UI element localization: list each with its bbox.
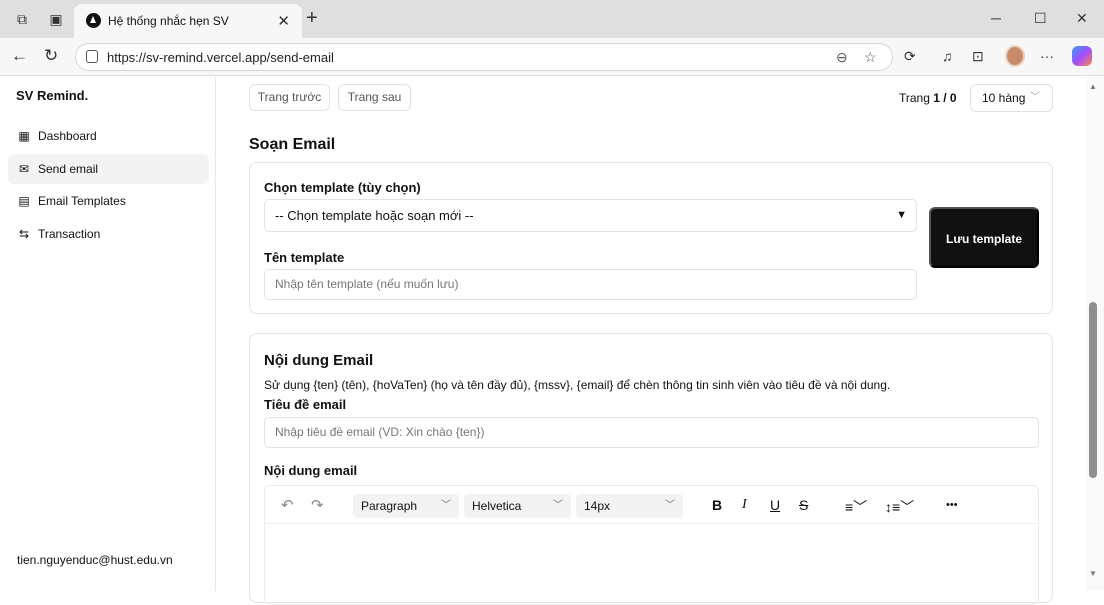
font-family-select[interactable]: Helvetica ﹀ <box>464 494 571 518</box>
font-size-value: 14px <box>584 499 611 513</box>
page-value: 1 / 0 <box>933 91 957 105</box>
rows-per-page-select[interactable]: 10 hàng ﹀ <box>970 84 1053 112</box>
italic-button[interactable]: I <box>742 497 747 513</box>
media-control-icon[interactable]: ♫ <box>942 48 953 64</box>
redo-icon[interactable]: ↷ <box>311 496 324 514</box>
placeholder-hint: Sử dụng {ten} (tên), {hoVaTen} (họ và tê… <box>264 378 891 392</box>
template-select[interactable]: -- Chọn template hoặc soạn mới -- ▼ <box>264 199 917 232</box>
document-icon: ▤ <box>18 194 30 208</box>
rich-text-editor: ↶ ↷ Paragraph ﹀ Helvetica ﹀ 14px ﹀ B I U… <box>264 485 1039 605</box>
page-indicator: Trang 1 / 0 <box>899 91 957 105</box>
zoom-icon[interactable]: ⊖ <box>836 49 848 66</box>
scroll-down-icon[interactable]: ▼ <box>1089 569 1097 578</box>
rows-per-page-value: 10 hàng <box>982 91 1026 105</box>
block-format-select[interactable]: Paragraph ﹀ <box>353 494 459 518</box>
strikethrough-button[interactable]: S <box>799 497 808 513</box>
template-name-label: Tên template <box>264 250 345 265</box>
next-page-button[interactable]: Trang sau <box>338 84 411 111</box>
site-favicon-icon <box>86 13 101 28</box>
minimize-icon[interactable]: ─ <box>991 10 1001 26</box>
user-email: tien.nguyenduc@hust.edu.vn <box>17 553 173 567</box>
copilot-icon[interactable] <box>1072 46 1092 66</box>
template-name-input[interactable]: Nhập tên template (nếu muốn lưu) <box>264 269 917 300</box>
underline-button[interactable]: U <box>770 497 780 513</box>
chevron-down-icon: ▼ <box>896 209 907 221</box>
chevron-down-icon: ﹀ <box>665 500 675 511</box>
sidebar-item-label: Transaction <box>38 227 101 241</box>
brand-logo: SV Remind. <box>16 88 89 103</box>
new-tab-icon[interactable]: + <box>306 8 318 28</box>
reload-icon[interactable]: ↻ <box>44 47 58 65</box>
prev-page-button[interactable]: Trang trước <box>249 84 330 111</box>
profile-avatar[interactable] <box>1005 45 1025 67</box>
sidebar-item-label: Dashboard <box>38 129 97 143</box>
mail-icon: ✉ <box>18 162 30 176</box>
lock-icon <box>86 50 98 63</box>
browser-tab[interactable]: Hệ thống nhắc hẹn SV ✕ <box>74 4 302 38</box>
line-height-icon[interactable]: ↕≡﹀ <box>885 497 914 517</box>
url-text: https://sv-remind.vercel.app/send-email <box>107 50 334 65</box>
subject-label: Tiêu đề email <box>264 397 347 412</box>
workspaces-icon[interactable]: ⧉ <box>14 11 30 27</box>
url-field[interactable]: https://sv-remind.vercel.app/send-email … <box>75 43 893 71</box>
scroll-up-icon[interactable]: ▲ <box>1089 82 1097 91</box>
page-scrollbar[interactable]: ▲ ▼ <box>1086 77 1104 591</box>
template-select-value: -- Chọn template hoặc soạn mới -- <box>275 208 474 223</box>
sidebar-item-label: Send email <box>38 162 99 176</box>
content-heading: Nội dung Email <box>264 352 374 369</box>
sidebar-item-dashboard[interactable]: ▦ Dashboard <box>8 121 209 151</box>
sidebar-item-email-templates[interactable]: ▤ Email Templates <box>8 186 209 216</box>
chevron-down-icon: ﹀ <box>1030 92 1040 103</box>
page-prefix: Trang <box>899 91 930 105</box>
font-size-select[interactable]: 14px ﹀ <box>576 494 683 518</box>
chevron-down-icon: ﹀ <box>441 500 451 511</box>
scrollbar-thumb[interactable] <box>1089 302 1097 478</box>
template-select-label: Chọn template (tùy chọn) <box>264 180 421 195</box>
more-options-button[interactable]: ••• <box>946 499 958 511</box>
swap-icon: ⇆ <box>18 227 30 241</box>
more-menu-icon[interactable]: ··· <box>1040 48 1054 64</box>
editor-toolbar: ↶ ↷ Paragraph ﹀ Helvetica ﹀ 14px ﹀ B I U… <box>265 486 1038 524</box>
compose-heading: Soạn Email <box>249 136 336 153</box>
tab-actions-icon[interactable]: ▣ <box>48 11 64 27</box>
main-content: Trang trước Trang sau Trang 1 / 0 10 hàn… <box>216 77 1086 605</box>
dashboard-icon: ▦ <box>18 129 30 143</box>
sidebar-item-transaction[interactable]: ⇆ Transaction <box>8 219 209 249</box>
block-format-value: Paragraph <box>361 499 418 513</box>
sidebar-item-send-email[interactable]: ✉ Send email <box>8 154 209 184</box>
window-close-icon[interactable]: ✕ <box>1076 10 1088 27</box>
back-icon[interactable]: ← <box>11 47 28 65</box>
email-content-card: Nội dung Email Sử dụng {ten} (tên), {hoV… <box>249 333 1053 605</box>
undo-icon[interactable]: ↶ <box>281 496 294 514</box>
sidebar: SV Remind. ▦ Dashboard ✉ Send email ▤ Em… <box>0 77 216 591</box>
save-template-button[interactable]: Lưu template <box>929 207 1039 268</box>
extensions-icon[interactable]: ⟳ <box>904 48 916 65</box>
sidebar-item-label: Email Templates <box>38 194 126 208</box>
browser-tab-bar: ⧉ ▣ Hệ thống nhắc hẹn SV ✕ + ─ ☐ ✕ <box>0 0 1104 38</box>
favorite-star-icon[interactable]: ☆ <box>864 49 877 66</box>
browser-address-bar: ← ↻ https://sv-remind.vercel.app/send-em… <box>0 38 1104 76</box>
maximize-icon[interactable]: ☐ <box>1034 10 1047 27</box>
subject-input[interactable]: Nhập tiêu đề email (VD: Xin chào {ten}) <box>264 417 1039 448</box>
screen-share-icon[interactable]: ⊡ <box>972 48 984 65</box>
chevron-down-icon: ﹀ <box>553 500 563 511</box>
tab-close-icon[interactable]: ✕ <box>277 12 290 30</box>
app-root: SV Remind. ▦ Dashboard ✉ Send email ▤ Em… <box>0 77 1104 605</box>
body-label: Nội dung email <box>264 463 358 478</box>
align-icon[interactable]: ≡﹀ <box>845 497 867 517</box>
template-card: Chọn template (tùy chọn) -- Chọn templat… <box>249 162 1053 314</box>
bold-button[interactable]: B <box>712 497 722 513</box>
tab-title: Hệ thống nhắc hẹn SV <box>108 14 229 28</box>
font-family-value: Helvetica <box>472 499 522 513</box>
